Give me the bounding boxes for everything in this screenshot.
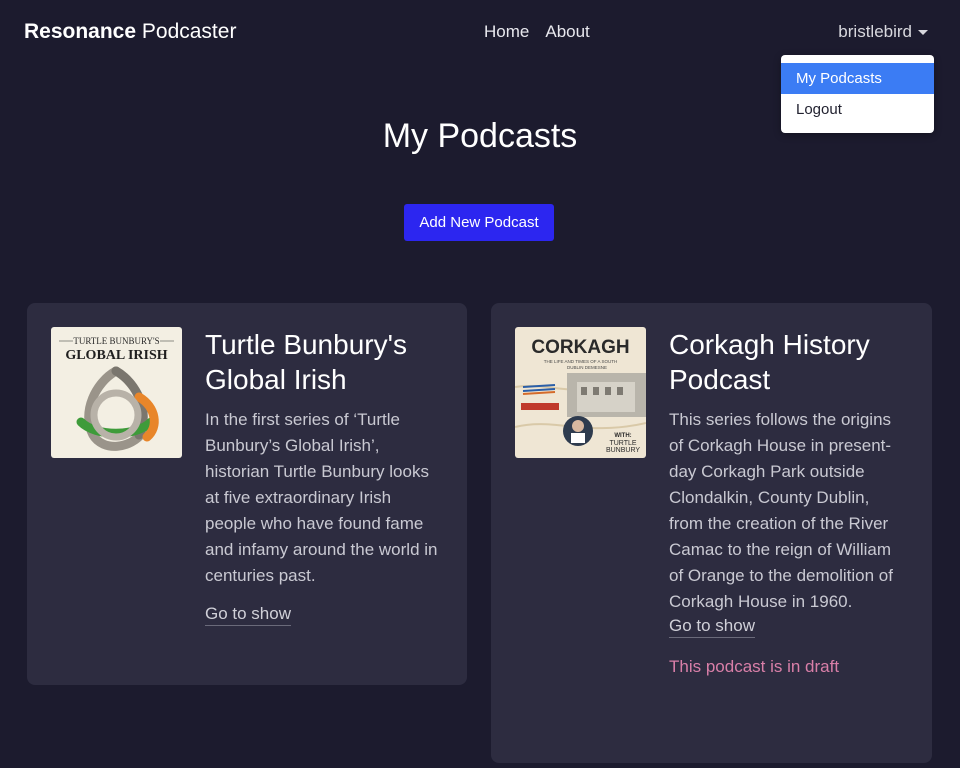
podcast-card-body: Corkagh History Podcast This series foll… [669,327,905,678]
user-menu-toggle[interactable]: bristlebird [838,22,928,42]
add-new-podcast-button[interactable]: Add New Podcast [404,204,554,241]
cover-text-title: CORKAGH [531,337,629,358]
brand-logo[interactable]: Resonance Podcaster [24,19,236,45]
cover-text-top: TURTLE BUNBURY'S [73,336,159,346]
cover-text-name-1: TURTLE [609,440,636,447]
podcast-cover-image[interactable]: TURTLE BUNBURY'S GLOBAL IRISH [51,327,182,458]
nav-links: Home About [484,22,590,42]
username-label: bristlebird [838,22,912,41]
podcast-card-body: Turtle Bunbury's Global Irish In the fir… [205,327,441,626]
cover-text-title: GLOBAL IRISH [65,348,167,363]
cover-text-subtitle: THE LIFE AND TIMES OF A SOUTH [544,359,617,364]
podcast-card: TURTLE BUNBURY'S GLOBAL IRISH Turtle Bun… [27,303,467,685]
podcast-title: Turtle Bunbury's Global Irish [205,329,407,395]
cover-text-subtitle-2: DUBLIN DEMESNE [567,365,607,370]
brand-name-light: Podcaster [136,20,237,43]
page-title: My Podcasts [382,117,578,155]
nav-link-about[interactable]: About [545,22,589,42]
podcast-card: CORKAGH THE LIFE AND TIMES OF A SOUTH DU… [491,303,932,763]
podcast-description: This series follows the origins of Corka… [669,410,893,611]
podcast-cover-image[interactable]: CORKAGH THE LIFE AND TIMES OF A SOUTH DU… [515,327,646,458]
draft-status-text: This podcast is in draft [669,657,840,676]
nav-link-home[interactable]: Home [484,22,529,42]
go-to-show-link[interactable]: Go to show [205,603,291,626]
dropdown-item-my-podcasts[interactable]: My Podcasts [781,63,934,94]
cover-text-name-2: BUNBURY [606,447,640,454]
caret-down-icon [918,30,928,35]
cover-text-with: WITH: [614,433,631,439]
go-to-show-link[interactable]: Go to show [669,615,755,638]
podcast-title: Corkagh History Podcast [669,329,870,395]
podcast-description: In the first series of ‘Turtle Bunbury’s… [205,410,438,585]
brand-name-bold: Resonance [24,20,137,43]
